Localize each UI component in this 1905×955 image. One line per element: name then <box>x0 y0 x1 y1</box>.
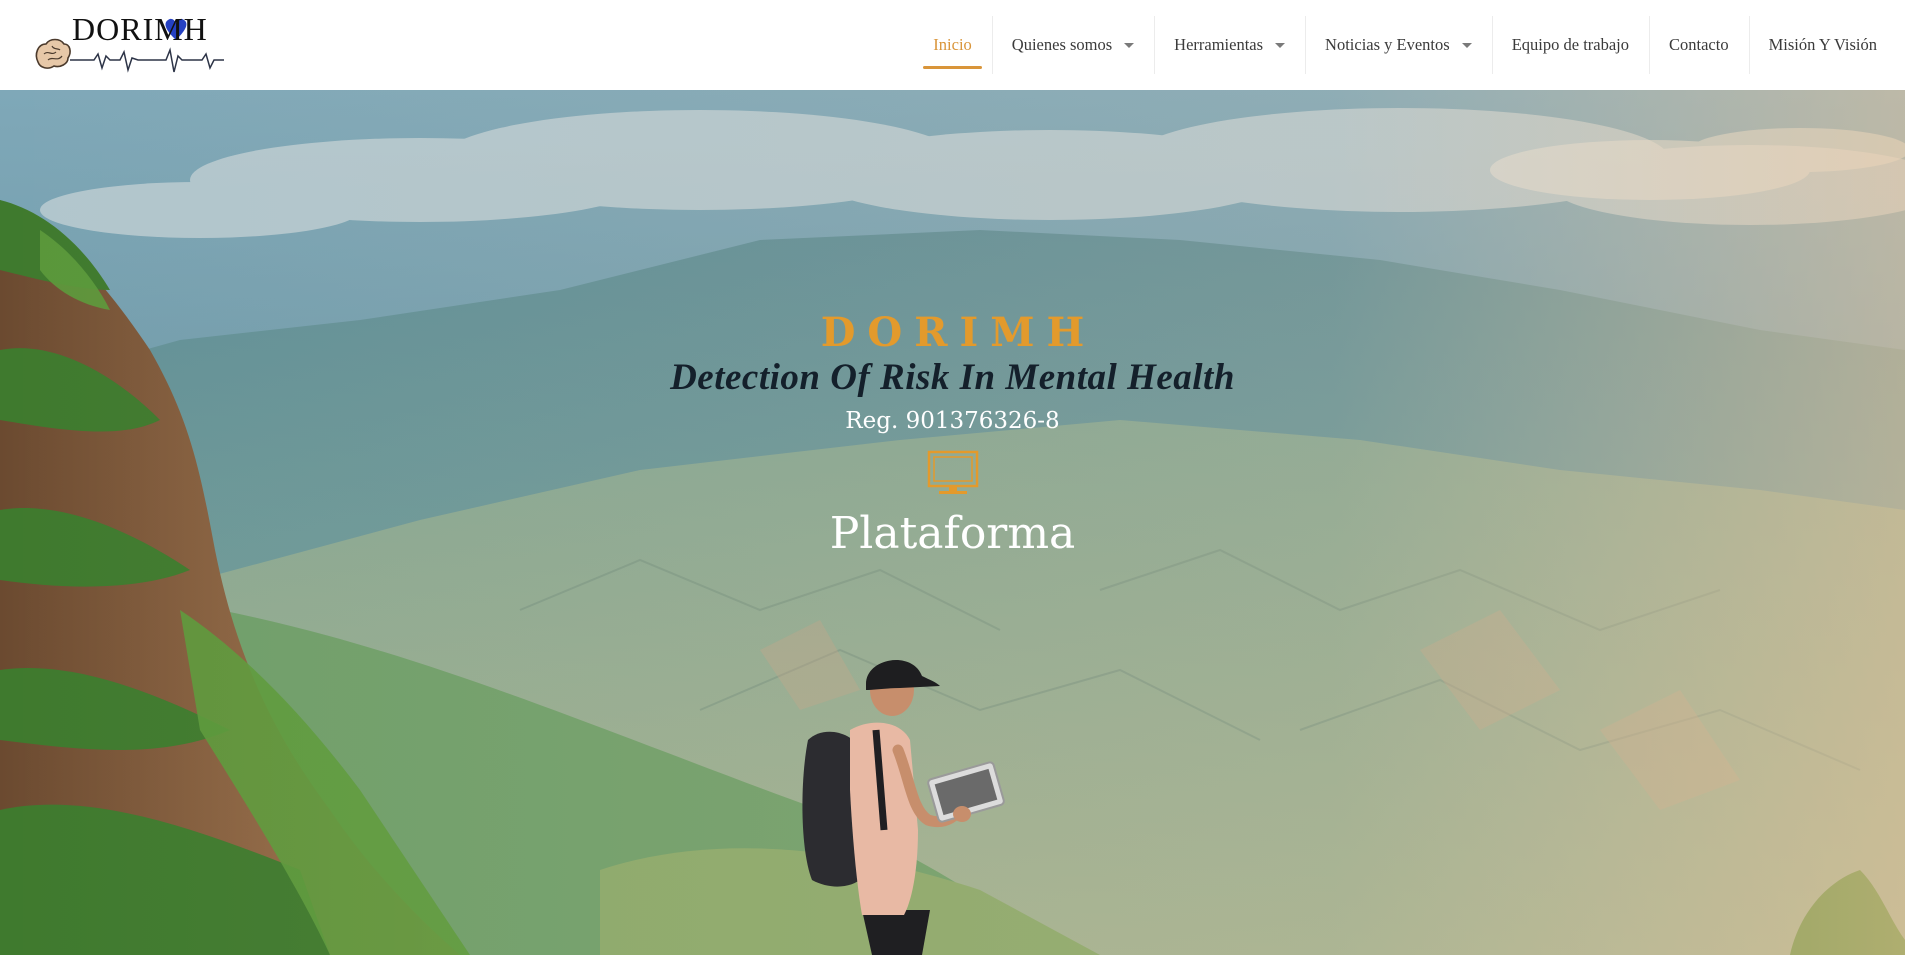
logo-text: DORIMH <box>72 14 208 47</box>
nav-label: Noticias y Eventos <box>1325 35 1450 54</box>
brain-heartbeat-logo: DORIMH <box>35 14 224 73</box>
nav-item-equipo-trabajo[interactable]: Equipo de trabajo <box>1491 0 1649 90</box>
registration-number: Reg. 901376326-8 <box>845 408 1060 434</box>
nav-item-noticias-eventos[interactable]: Noticias y Eventos <box>1305 0 1492 90</box>
chevron-down-icon <box>1275 42 1286 48</box>
site-logo[interactable]: DORIMH <box>34 14 226 78</box>
monitor-icon <box>927 450 978 494</box>
heartbeat-line <box>70 47 224 73</box>
nav-label: Equipo de trabajo <box>1511 35 1629 54</box>
hero-tagline: Detection Of Risk In Mental Health <box>670 357 1235 398</box>
hero-banner: DORIMH Detection Of Risk In Mental Healt… <box>0 90 1905 955</box>
hero-brand-title: DORIMH <box>820 309 1097 356</box>
nav-item-contacto[interactable]: Contacto <box>1649 0 1749 90</box>
nav-item-inicio[interactable]: Inicio <box>913 0 992 90</box>
main-nav: Inicio Quienes somos Herramientas Notici… <box>913 0 1897 90</box>
nav-label: Contacto <box>1669 35 1729 54</box>
chevron-down-icon <box>1461 42 1472 48</box>
nav-label: Herramientas <box>1174 35 1264 54</box>
nav-label: Quienes somos <box>1011 35 1113 54</box>
site-header: DORIMH Inicio Quienes somos Herramientas… <box>0 0 1905 90</box>
nav-label: Misión Y Visión <box>1768 35 1877 54</box>
platform-link[interactable]: Plataforma <box>0 506 1905 562</box>
nav-item-herramientas[interactable]: Herramientas <box>1154 0 1305 90</box>
hero-content: DORIMH Detection Of Risk In Mental Healt… <box>0 310 1905 562</box>
nav-label: Inicio <box>933 35 972 54</box>
chevron-down-icon <box>1124 42 1135 48</box>
nav-item-mision-vision[interactable]: Misión Y Visión <box>1748 0 1897 90</box>
nav-item-quienes-somos[interactable]: Quienes somos <box>991 0 1154 90</box>
brain-icon <box>35 38 71 69</box>
